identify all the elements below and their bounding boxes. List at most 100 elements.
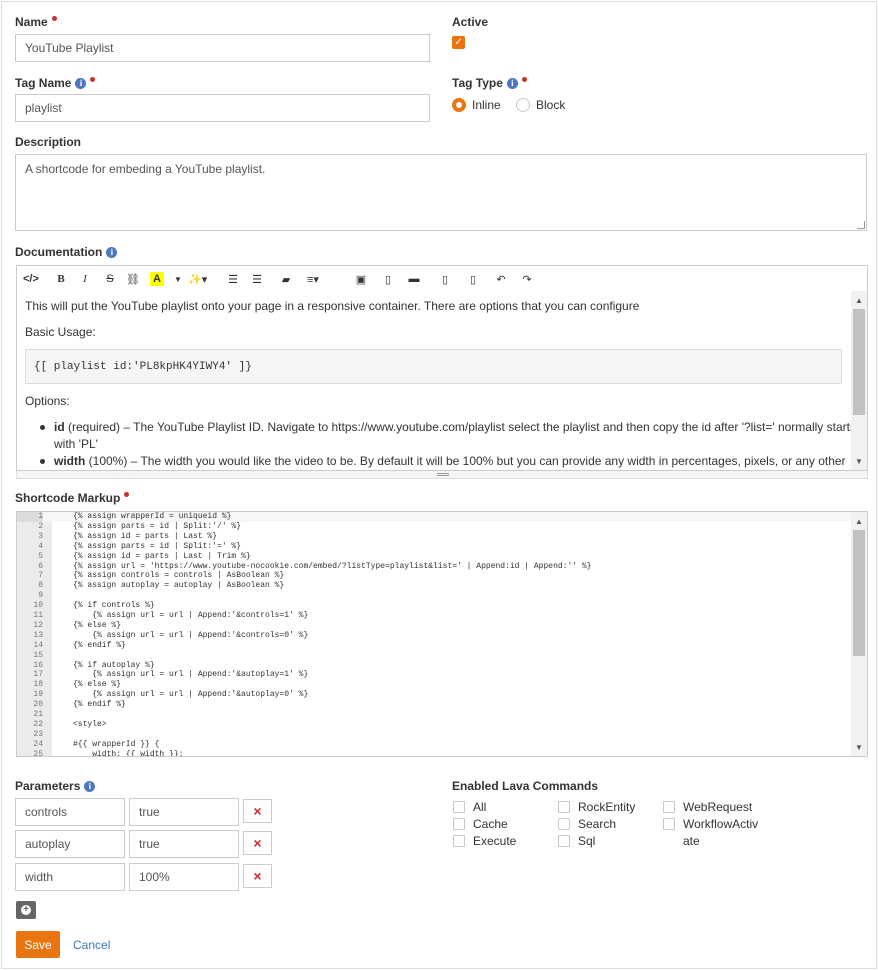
- line-number: 8: [38, 581, 43, 591]
- name-label: Name: [15, 15, 57, 29]
- param-value-input[interactable]: true: [129, 830, 239, 858]
- remove-param-button[interactable]: ×: [243, 831, 272, 855]
- code-text: {% assign url = url | Append:'&controls=…: [73, 611, 309, 620]
- plus-icon: +: [21, 905, 31, 915]
- align-icon[interactable]: ≡▾: [306, 270, 320, 288]
- code-text: {% assign autoplay = autoplay | AsBoolea…: [73, 581, 285, 591]
- file-icon[interactable]: ▯: [381, 270, 395, 288]
- documentation-editor[interactable]: This will put the YouTube playlist onto …: [16, 291, 868, 471]
- lava-label-wrap: ate: [683, 834, 700, 848]
- bullet-icon: [40, 459, 45, 464]
- tag-type-inline-radio[interactable]: [452, 98, 466, 112]
- code-line: 23: [17, 730, 853, 740]
- doc-option-item: width (100%) – The width you would like …: [54, 454, 846, 468]
- lava-checkbox-all[interactable]: [453, 801, 465, 813]
- cancel-link[interactable]: Cancel: [73, 938, 110, 952]
- scroll-up-icon[interactable]: ▲: [851, 293, 867, 307]
- code-text: {% if autoplay %}: [73, 660, 155, 670]
- info-icon[interactable]: i: [75, 77, 87, 89]
- close-icon: ×: [253, 803, 262, 819]
- tag-type-block-radio[interactable]: [516, 98, 530, 112]
- lava-label: Search: [578, 817, 617, 831]
- info-icon[interactable]: i: [506, 77, 518, 89]
- scroll-down-icon[interactable]: ▼: [851, 454, 867, 468]
- lava-checkbox-rockentity[interactable]: [558, 801, 570, 813]
- strikethrough-icon[interactable]: S: [103, 270, 117, 288]
- paste-text-icon[interactable]: ▯: [466, 270, 480, 288]
- param-value-input[interactable]: 100%: [129, 863, 239, 891]
- scrollbar-thumb[interactable]: [853, 309, 865, 415]
- line-number: 2: [38, 521, 43, 531]
- param-key-input[interactable]: autoplay: [15, 830, 125, 858]
- line-number: 21: [33, 710, 43, 719]
- resize-handle-icon[interactable]: [857, 221, 865, 229]
- magic-wand-icon[interactable]: ✨▾: [188, 270, 207, 288]
- lava-checkbox-webrequest[interactable]: [663, 801, 675, 813]
- required-indicator: [90, 77, 96, 82]
- code-line: 17 {% assign url = url | Append:'&autopl…: [17, 670, 853, 680]
- code-line: 24 #{{ wrapperId }} {: [17, 740, 853, 750]
- tag-name-input[interactable]: playlist: [15, 94, 430, 122]
- param-key-input[interactable]: controls: [15, 798, 125, 826]
- add-param-button[interactable]: +: [16, 901, 36, 919]
- eraser-icon[interactable]: ▰: [279, 270, 293, 288]
- highlight-icon[interactable]: A: [150, 272, 164, 286]
- unordered-list-icon[interactable]: ☰: [250, 270, 264, 288]
- code-scrollbar[interactable]: ▲ ▼: [851, 512, 867, 756]
- code-text: {% else %}: [73, 680, 122, 690]
- doc-basic-usage: Basic Usage:: [25, 325, 96, 339]
- code-text: #{{ wrapperId }} {: [73, 739, 160, 749]
- link-icon[interactable]: ⛓: [126, 270, 140, 288]
- name-input[interactable]: YouTube Playlist: [15, 34, 430, 62]
- redo-icon[interactable]: ↷: [520, 270, 534, 288]
- line-number: 12: [33, 620, 43, 630]
- info-icon[interactable]: i: [84, 780, 96, 792]
- lava-checkbox-execute[interactable]: [453, 835, 465, 847]
- line-number: 3: [38, 531, 43, 541]
- image-icon[interactable]: ▣: [354, 270, 368, 288]
- param-key-input[interactable]: width: [15, 863, 125, 891]
- doc-option-text-continued: with 'PL': [54, 437, 98, 451]
- scroll-down-icon[interactable]: ▼: [851, 740, 867, 754]
- lava-label: WorkflowActiv: [683, 817, 759, 831]
- highlight-dropdown-icon[interactable]: ▼: [171, 270, 185, 288]
- line-number: 9: [38, 591, 43, 601]
- info-icon[interactable]: i: [106, 246, 118, 258]
- line-number: 19: [33, 690, 43, 700]
- save-button[interactable]: Save: [16, 931, 60, 958]
- code-line: 7 {% assign controls = controls | AsBoole…: [17, 571, 853, 581]
- scrollbar-thumb[interactable]: [853, 530, 865, 656]
- folder-icon[interactable]: ▬: [407, 270, 421, 288]
- lava-checkbox-search[interactable]: [558, 818, 570, 830]
- active-checkbox[interactable]: ✓: [452, 36, 465, 49]
- description-label: Description: [15, 135, 82, 149]
- description-textarea[interactable]: A shortcode for embeding a YouTube playl…: [15, 154, 867, 231]
- param-value-input[interactable]: true: [129, 798, 239, 826]
- lava-label: Cache: [473, 817, 508, 831]
- bold-icon[interactable]: B: [54, 270, 68, 288]
- code-line: 19 {% assign url = url | Append:'&autopl…: [17, 690, 853, 700]
- doc-option-item: id (required) – The YouTube Playlist ID.…: [54, 420, 856, 434]
- remove-param-button[interactable]: ×: [243, 864, 272, 888]
- paste-icon[interactable]: ▯: [438, 270, 452, 288]
- lava-label: RockEntity: [578, 800, 636, 814]
- lava-checkbox-workflowactivate[interactable]: [663, 818, 675, 830]
- line-number: 22: [33, 719, 43, 729]
- lava-checkbox-cache[interactable]: [453, 818, 465, 830]
- shortcode-code-editor[interactable]: 1 {% assign wrapperId = uniqueid %} 2 {% as…: [16, 511, 868, 757]
- ordered-list-icon[interactable]: ☰: [226, 270, 240, 288]
- editor-toolbar: </> B I S ⛓ A ▼ ✨▾ ☰ ☰ ▰ ≡▾ ▣ ▯ ▬ ▯ ▯ ↶ …: [16, 265, 868, 292]
- code-line: 11 {% assign url = url | Append:'&contro…: [17, 611, 853, 621]
- undo-icon[interactable]: ↶: [494, 270, 508, 288]
- code-view-icon[interactable]: </>: [23, 270, 39, 288]
- lava-checkbox-sql[interactable]: [558, 835, 570, 847]
- scroll-up-icon[interactable]: ▲: [851, 514, 867, 528]
- remove-param-button[interactable]: ×: [243, 799, 272, 823]
- code-text: {% else %}: [73, 620, 122, 630]
- italic-icon[interactable]: I: [78, 270, 92, 288]
- code-line: 22 <style>: [17, 720, 853, 730]
- doc-scrollbar[interactable]: ▲ ▼: [851, 291, 867, 470]
- line-number: 18: [33, 680, 43, 690]
- code-line: 8 {% assign autoplay = autoplay | AsBoole…: [17, 581, 853, 591]
- editor-resize-bar[interactable]: [16, 471, 868, 479]
